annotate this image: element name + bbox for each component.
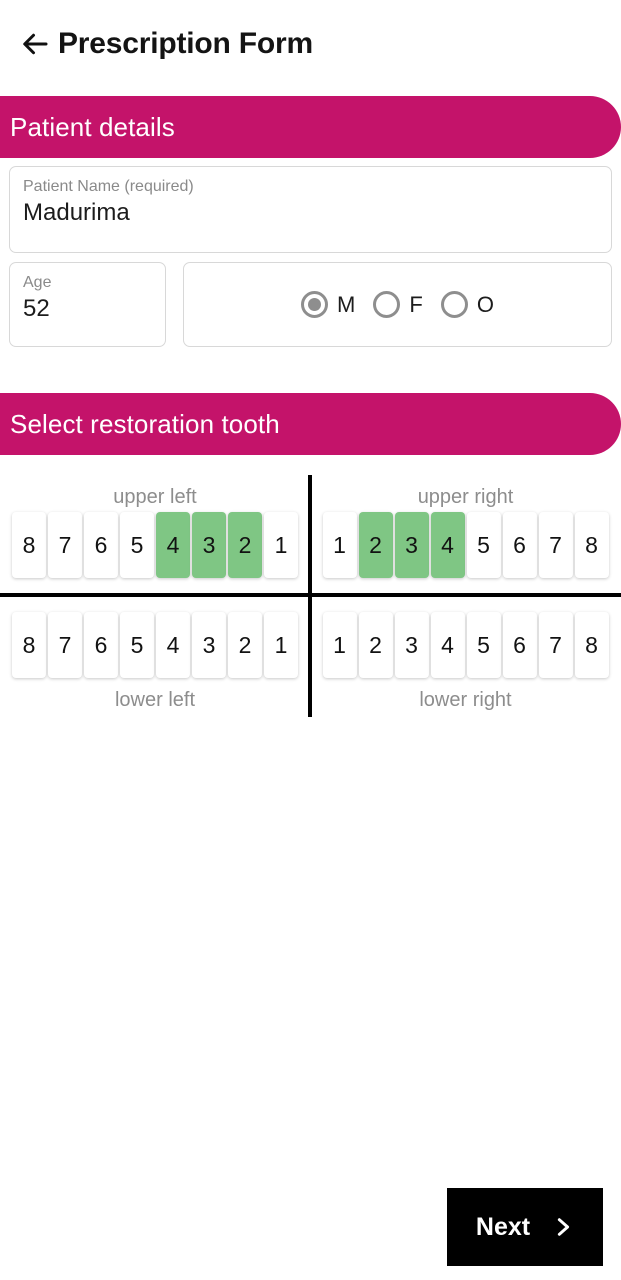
quadrant-label-upper-right: upper right	[417, 486, 514, 508]
patient-name-label: Patient Name (required)	[23, 178, 194, 195]
next-button[interactable]: Next	[447, 1188, 603, 1266]
tooth-cell[interactable]: 6	[502, 512, 537, 578]
tooth-quadrant-upper-left: 87654321	[0, 512, 310, 578]
tooth-cell[interactable]: 8	[12, 612, 46, 678]
tooth-cell[interactable]: 8	[12, 512, 46, 578]
tooth-cell[interactable]: 5	[466, 612, 501, 678]
tooth-cell[interactable]: 6	[84, 612, 118, 678]
tooth-quadrant-upper-right: 12345678	[310, 512, 621, 578]
tooth-cell[interactable]: 3	[192, 612, 226, 678]
quadrant-label-lower-right: lower right	[419, 689, 512, 711]
tooth-chart: upper left upper right 87654321 12345678…	[0, 470, 621, 720]
tooth-cell[interactable]: 7	[538, 512, 573, 578]
tooth-cell[interactable]: 4	[430, 512, 465, 578]
quadrant-label-upper-left: upper left	[113, 486, 197, 508]
patient-name-field[interactable]: Patient Name (required) Madurima	[9, 166, 612, 253]
age-field[interactable]: Age 52	[9, 262, 166, 347]
quadrant-label-lower-left: lower left	[114, 689, 196, 711]
tooth-cell[interactable]: 2	[228, 512, 262, 578]
tooth-cell[interactable]: 4	[430, 612, 465, 678]
tooth-cell[interactable]: 2	[358, 512, 393, 578]
tooth-quadrant-lower-left: 87654321	[0, 612, 310, 678]
section-header-select-restoration-tooth: Select restoration tooth	[0, 393, 621, 455]
age-label: Age	[23, 274, 52, 291]
tooth-cell[interactable]: 2	[358, 612, 393, 678]
gender-option-o-label: O	[476, 291, 494, 317]
tooth-cell[interactable]: 3	[394, 512, 429, 578]
section-header-patient-details: Patient details	[0, 96, 621, 158]
tooth-cell[interactable]: 1	[264, 512, 298, 578]
tooth-cell[interactable]: 8	[574, 512, 609, 578]
tooth-cell[interactable]: 6	[502, 612, 537, 678]
tooth-quadrant-lower-right: 12345678	[310, 612, 621, 678]
gender-option-f-label: F	[409, 291, 423, 317]
age-value: 52	[23, 295, 50, 322]
tooth-cell[interactable]: 3	[192, 512, 226, 578]
tooth-cell[interactable]: 1	[264, 612, 298, 678]
app-bar: Prescription Form	[0, 0, 621, 88]
prescription-form-screen: Prescription Form Patient details Patien…	[0, 0, 621, 1280]
patient-name-value: Madurima	[23, 199, 130, 226]
tooth-cell[interactable]: 5	[120, 612, 154, 678]
midline-vertical-divider	[308, 475, 312, 717]
tooth-cell[interactable]: 7	[48, 512, 82, 578]
back-arrow-icon[interactable]	[18, 26, 54, 62]
tooth-cell[interactable]: 6	[84, 512, 118, 578]
tooth-cell[interactable]: 7	[538, 612, 573, 678]
next-button-label: Next	[475, 1212, 531, 1241]
tooth-cell[interactable]: 2	[228, 612, 262, 678]
gender-radio-group: M F O	[183, 262, 612, 347]
chevron-right-icon	[552, 1214, 574, 1240]
tooth-cell[interactable]: 7	[48, 612, 82, 678]
tooth-cell[interactable]: 1	[322, 612, 357, 678]
tooth-cell[interactable]: 5	[466, 512, 501, 578]
section-header-select-restoration-tooth-label: Select restoration tooth	[10, 408, 280, 439]
tooth-cell[interactable]: 4	[156, 512, 190, 578]
tooth-cell[interactable]: 5	[120, 512, 154, 578]
tooth-cell[interactable]: 8	[574, 612, 609, 678]
gender-option-f[interactable]: F	[373, 291, 423, 318]
radio-o-icon	[440, 291, 468, 318]
gender-option-m[interactable]: M	[301, 291, 355, 318]
gender-option-o[interactable]: O	[440, 291, 494, 318]
radio-m-icon	[301, 291, 329, 318]
tooth-cell[interactable]: 3	[394, 612, 429, 678]
page-title: Prescription Form	[58, 27, 313, 60]
section-header-patient-details-label: Patient details	[10, 111, 175, 142]
radio-f-icon	[373, 291, 401, 318]
tooth-cell[interactable]: 4	[156, 612, 190, 678]
gender-option-m-label: M	[337, 291, 356, 317]
tooth-cell[interactable]: 1	[322, 512, 357, 578]
